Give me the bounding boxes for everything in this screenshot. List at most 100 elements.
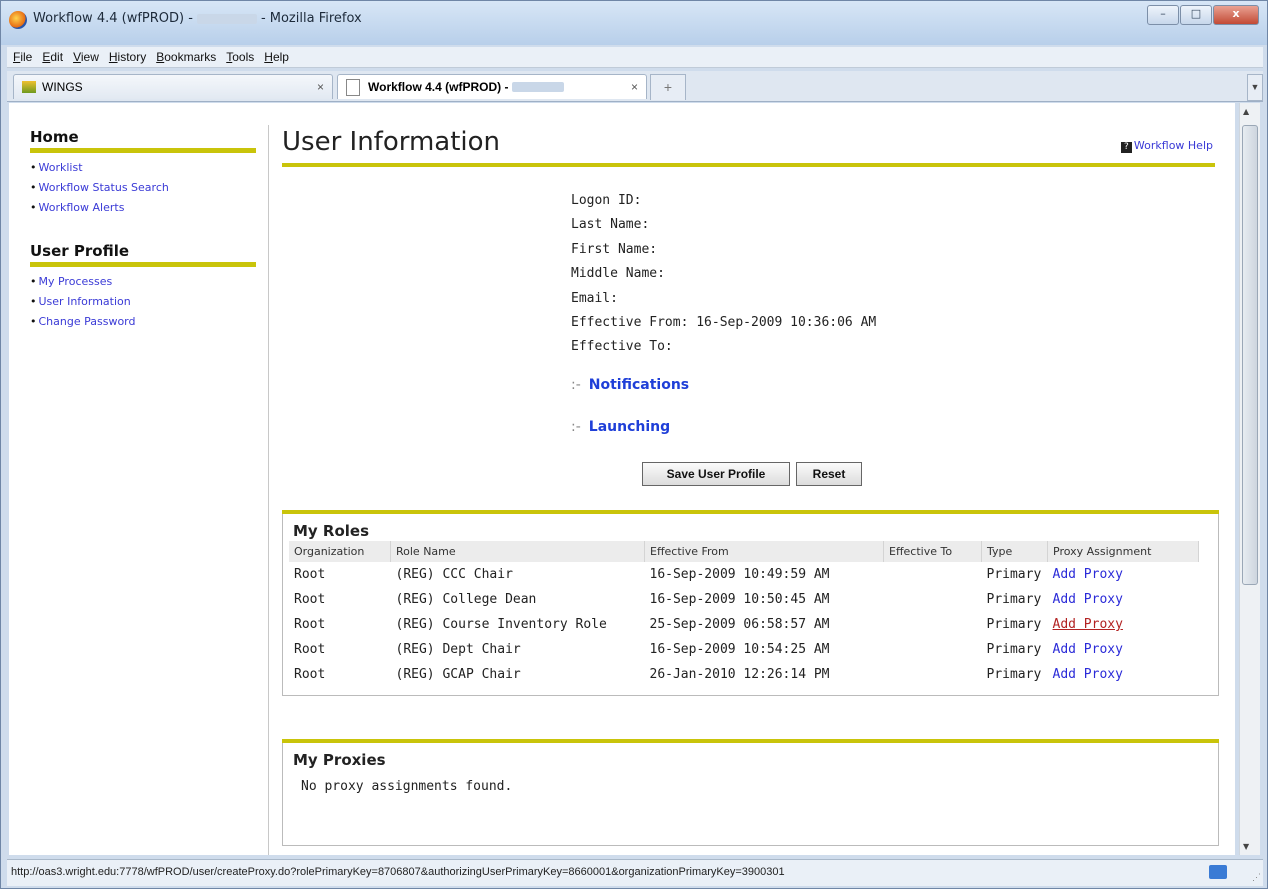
sidebar-link-status-search[interactable]: Workflow Status Search [30,181,256,194]
menu-bookmarks[interactable]: Bookmarks [156,50,216,64]
my-proxies-heading: My Proxies [293,751,386,769]
redacted-text [512,82,565,92]
sidebar-link-user-information[interactable]: User Information [30,295,256,308]
reset-button[interactable]: Reset [796,462,862,486]
effective-from-cell: 25-Sep-2009 06:58:57 AM [649,617,830,632]
scroll-up-icon[interactable]: ▲ [1243,107,1249,116]
tab-list-dropdown-icon[interactable]: ▼ [1247,74,1263,101]
table-row: Root (REG) Dept Chair 16-Sep-2009 10:54:… [289,637,1199,662]
save-user-profile-button[interactable]: Save User Profile [642,462,790,486]
notifications-label: Notifications [588,377,690,393]
resize-grip-icon[interactable]: ⋰ [1252,872,1261,883]
logon-id-field: Logon ID: [571,193,642,208]
redacted-text [196,13,257,24]
expand-arrow-icon: :- [571,419,581,435]
column-header: Organization [289,541,391,562]
menu-file[interactable]: File [13,50,32,64]
browser-window: Workflow 4.4 (wfPROD) - - Mozilla Firefox… [0,0,1268,889]
tab-close-icon[interactable]: × [631,80,638,94]
org-cell: Root [294,617,326,632]
type-cell: Primary [986,592,1042,607]
effective-to-cell [884,587,982,612]
effective-from-cell: 26-Jan-2010 12:26:14 PM [649,667,830,682]
menu-view[interactable]: View [73,50,99,64]
page-favicon-icon [346,78,360,96]
window-title: Workflow 4.4 (wfPROD) - - Mozilla Firefox [33,11,362,26]
add-proxy-link[interactable]: Add Proxy [1048,637,1199,662]
status-bar: http://oas3.wright.edu:7778/wfPROD/user/… [7,859,1263,886]
menu-edit[interactable]: Edit [42,50,63,64]
sidebar-divider [268,125,269,855]
role-cell: (REG) College Dean [395,592,537,607]
launching-toggle[interactable]: :- Launching [571,419,670,435]
effective-from-cell: 16-Sep-2009 10:50:45 AM [649,592,830,607]
org-cell: Root [294,642,326,657]
help-icon: ? [1120,142,1132,153]
new-tab-button[interactable]: + [650,74,686,100]
page-title: User Information [282,127,501,157]
title-divider [282,163,1215,167]
expand-arrow-icon: :- [571,377,581,393]
effective-from-field: Effective From: 16-Sep-2009 10:36:06 AM [571,315,877,331]
no-proxy-message: No proxy assignments found. [301,779,513,794]
table-row: Root (REG) CCC Chair 16-Sep-2009 10:49:5… [289,562,1199,587]
my-roles-heading: My Roles [293,522,370,540]
sidebar-link-my-processes[interactable]: My Processes [30,275,256,288]
my-proxies-panel: My Proxies No proxy assignments found. [282,739,1219,846]
add-proxy-link[interactable]: Add Proxy [1048,612,1199,637]
effective-to-cell [884,562,982,587]
table-row: Root (REG) College Dean 16-Sep-2009 10:5… [289,587,1199,612]
window-title-prefix: Workflow 4.4 (wfPROD) - [33,11,193,26]
effective-from-cell: 16-Sep-2009 10:49:59 AM [649,567,830,582]
maximize-button[interactable]: □ [1180,5,1212,25]
sidebar-heading-home: Home [30,128,256,153]
scrollbar-thumb[interactable] [1242,125,1258,585]
effective-to-cell [884,662,982,687]
add-proxy-link[interactable]: Add Proxy [1048,562,1199,587]
table-row: Root (REG) GCAP Chair 26-Jan-2010 12:26:… [289,662,1199,687]
org-cell: Root [294,592,326,607]
user-info-fields: Logon ID: Last Name: First Name: Middle … [571,189,876,360]
firefox-icon [9,11,27,29]
notifications-toggle[interactable]: :- Notifications [571,377,689,393]
column-header: Type [981,541,1048,562]
org-cell: Root [294,567,326,582]
add-proxy-link[interactable]: Add Proxy [1048,662,1199,687]
vertical-scrollbar[interactable]: ▲ ▼ [1239,103,1260,855]
email-field: Email: [571,290,618,306]
panel-accent-rule [282,739,1219,743]
effective-from-cell: 16-Sep-2009 10:54:25 AM [649,642,830,657]
menu-history[interactable]: History [109,50,146,64]
middle-name-field: Middle Name: [571,266,665,282]
wings-favicon-icon [22,81,36,93]
addon-status-icon[interactable] [1209,865,1227,879]
roles-header-row: Organization Role Name Effective From Ef… [289,541,1199,562]
tab-close-icon[interactable]: × [317,80,324,94]
effective-to-cell [884,612,982,637]
sidebar-heading-user-profile: User Profile [30,242,256,267]
tab-workflow[interactable]: Workflow 4.4 (wfPROD) - × [337,74,647,99]
sidebar-link-worklist[interactable]: Worklist [30,161,256,174]
role-cell: (REG) Dept Chair [395,642,521,657]
effective-to-cell [884,637,982,662]
column-header: Proxy Assignment [1047,541,1199,562]
sidebar-link-alerts[interactable]: Workflow Alerts [30,201,256,214]
title-bar: Workflow 4.4 (wfPROD) - - Mozilla Firefox… [1,1,1267,45]
tab-label: WINGS [42,80,83,94]
menu-tools[interactable]: Tools [226,50,254,64]
add-proxy-link[interactable]: Add Proxy [1048,587,1199,612]
table-row: Root (REG) Course Inventory Role 25-Sep-… [289,612,1199,637]
close-button[interactable]: x [1213,5,1259,25]
menu-help[interactable]: Help [264,50,289,64]
tab-label: Workflow 4.4 (wfPROD) - [368,80,509,94]
minimize-button[interactable]: – [1147,5,1179,25]
tab-wings[interactable]: WINGS × [13,74,333,99]
sidebar-link-change-password[interactable]: Change Password [30,315,256,328]
role-cell: (REG) GCAP Chair [395,667,521,682]
first-name-field: First Name: [571,241,658,257]
column-header: Effective From [644,541,884,562]
workflow-help-link[interactable]: ? Workflow Help [1120,139,1213,153]
type-cell: Primary [986,567,1042,582]
scroll-down-icon[interactable]: ▼ [1243,842,1249,851]
menu-bar: File Edit View History Bookmarks Tools H… [7,47,1263,68]
